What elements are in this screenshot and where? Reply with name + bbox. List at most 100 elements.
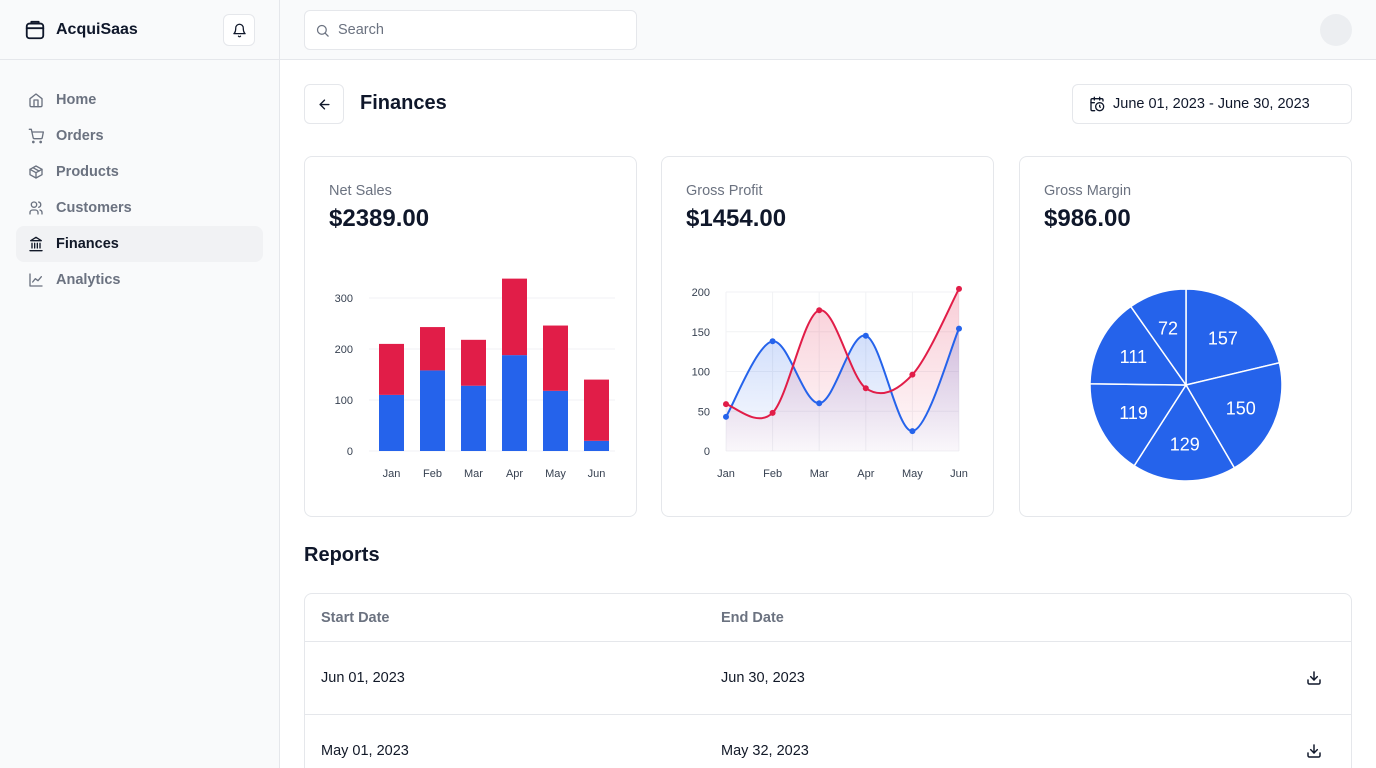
- sidebar: AcquiSaas Home Orders Products Customers…: [0, 0, 280, 768]
- download-button[interactable]: [1305, 669, 1323, 687]
- data-point: [723, 413, 729, 420]
- data-point: [909, 428, 916, 435]
- download-button[interactable]: [1305, 742, 1323, 760]
- data-point: [909, 371, 916, 378]
- sidebar-item-home[interactable]: Home: [16, 82, 263, 118]
- y-tick-label: 300: [335, 293, 353, 305]
- table-row: Jun 01, 2023 Jun 30, 2023: [305, 642, 1351, 715]
- gross-margin-card: Gross Margin $986.00 157 150 129 119 111 72: [1019, 156, 1352, 517]
- net-sales-bar-chart: 0 100 200 300 Jan Feb Mar Apr May Jun: [335, 278, 615, 480]
- home-icon: [29, 93, 43, 108]
- table-header: Start Date End Date: [305, 594, 1351, 642]
- x-tick-label: Jan: [717, 468, 735, 480]
- bar: [420, 370, 445, 451]
- start-date-cell: May 01, 2023: [321, 743, 409, 759]
- bar: [420, 327, 445, 371]
- bar: [543, 390, 568, 451]
- x-tick-label: Apr: [506, 468, 523, 480]
- bar: [461, 385, 486, 451]
- calendar-clock-icon: [1090, 96, 1105, 112]
- gross-profit-card: Gross Profit $1454.00 0 50 100 150 200 Jan Feb…: [661, 156, 994, 517]
- download-icon: [1307, 744, 1321, 758]
- pie-slice-label: 129: [1170, 435, 1200, 455]
- sidebar-item-finances[interactable]: Finances: [16, 226, 263, 262]
- x-tick-label: Mar: [464, 468, 483, 480]
- sidebar-item-customers[interactable]: Customers: [16, 190, 263, 226]
- sidebar-item-label: Products: [56, 164, 119, 180]
- notifications-button[interactable]: [223, 14, 255, 46]
- data-point: [956, 285, 962, 292]
- y-tick-label: 200: [692, 287, 710, 299]
- y-tick-label: 200: [335, 344, 353, 356]
- download-icon: [1307, 671, 1321, 685]
- sidebar-item-analytics[interactable]: Analytics: [16, 262, 263, 298]
- data-point: [862, 332, 869, 339]
- package-icon: [29, 165, 43, 179]
- app-title: AcquiSaas: [56, 20, 138, 38]
- back-button[interactable]: [304, 84, 344, 124]
- bar: [584, 440, 609, 451]
- data-point: [723, 401, 729, 408]
- bar: [502, 355, 527, 451]
- pie-slice-label: 111: [1120, 347, 1147, 367]
- cart-icon: [28, 128, 44, 144]
- x-tick-label: Jan: [383, 468, 401, 480]
- data-point: [956, 325, 962, 332]
- x-tick-label: May: [902, 468, 923, 480]
- line-chart-icon: [29, 273, 43, 287]
- reports-table: Start Date End Date Jun 01, 2023 Jun 30,…: [304, 593, 1352, 768]
- sidebar-item-label: Home: [56, 92, 97, 108]
- x-tick-label: Jun: [950, 468, 968, 480]
- gross-margin-pie-chart: 157 150 129 119 111 72: [1089, 288, 1283, 482]
- end-date-cell: May 32, 2023: [721, 743, 809, 759]
- net-sales-card: Net Sales $2389.00 0 100 200 300 Jan Feb Mar Ap…: [304, 156, 637, 517]
- search-icon: [316, 24, 329, 37]
- data-point: [769, 338, 776, 345]
- sidebar-item-orders[interactable]: Orders: [16, 118, 263, 154]
- bell-icon: [232, 23, 246, 37]
- column-header-start-date: Start Date: [321, 609, 390, 626]
- x-tick-label: Feb: [423, 468, 442, 480]
- end-date-cell: Jun 30, 2023: [721, 670, 805, 686]
- sidebar-item-label: Finances: [56, 236, 119, 252]
- arrow-left-icon: [318, 98, 330, 110]
- search-box[interactable]: [304, 10, 637, 50]
- start-date-cell: Jun 01, 2023: [321, 670, 405, 686]
- bar: [543, 325, 568, 391]
- date-range-picker[interactable]: June 01, 2023 - June 30, 2023: [1072, 84, 1352, 124]
- sidebar-item-label: Analytics: [56, 272, 121, 288]
- store-icon: [25, 20, 45, 39]
- x-tick-label: Mar: [810, 468, 829, 480]
- y-tick-label: 50: [698, 406, 710, 418]
- page-title: Finances: [360, 92, 447, 114]
- data-point: [862, 385, 869, 392]
- x-tick-label: Jun: [588, 468, 606, 480]
- brand[interactable]: AcquiSaas: [24, 19, 138, 41]
- y-tick-label: 0: [347, 446, 353, 458]
- sidebar-item-products[interactable]: Products: [16, 154, 263, 190]
- data-point: [816, 400, 823, 407]
- bar: [461, 339, 486, 386]
- x-tick-label: Feb: [763, 468, 782, 480]
- y-tick-label: 0: [704, 446, 710, 458]
- bar: [584, 379, 609, 441]
- avatar[interactable]: [1320, 14, 1352, 46]
- x-tick-label: May: [545, 468, 566, 480]
- pie-slice-label: 150: [1226, 398, 1256, 418]
- sidebar-item-label: Customers: [56, 200, 132, 216]
- y-tick-label: 100: [335, 395, 353, 407]
- pie-slice-label: 119: [1119, 403, 1148, 423]
- date-range-label: June 01, 2023 - June 30, 2023: [1113, 96, 1310, 112]
- x-tick-label: Apr: [857, 468, 874, 480]
- y-tick-label: 150: [692, 327, 710, 339]
- data-point: [769, 409, 776, 416]
- data-point: [816, 307, 823, 314]
- bar: [379, 343, 404, 395]
- users-icon: [29, 201, 43, 215]
- top-bar: [280, 0, 1376, 60]
- bank-icon: [29, 236, 43, 252]
- reports-title: Reports: [304, 544, 380, 566]
- sidebar-nav: Home Orders Products Customers Finances …: [0, 60, 279, 320]
- search-input[interactable]: [338, 22, 618, 38]
- pie-slice-label: 157: [1208, 328, 1238, 348]
